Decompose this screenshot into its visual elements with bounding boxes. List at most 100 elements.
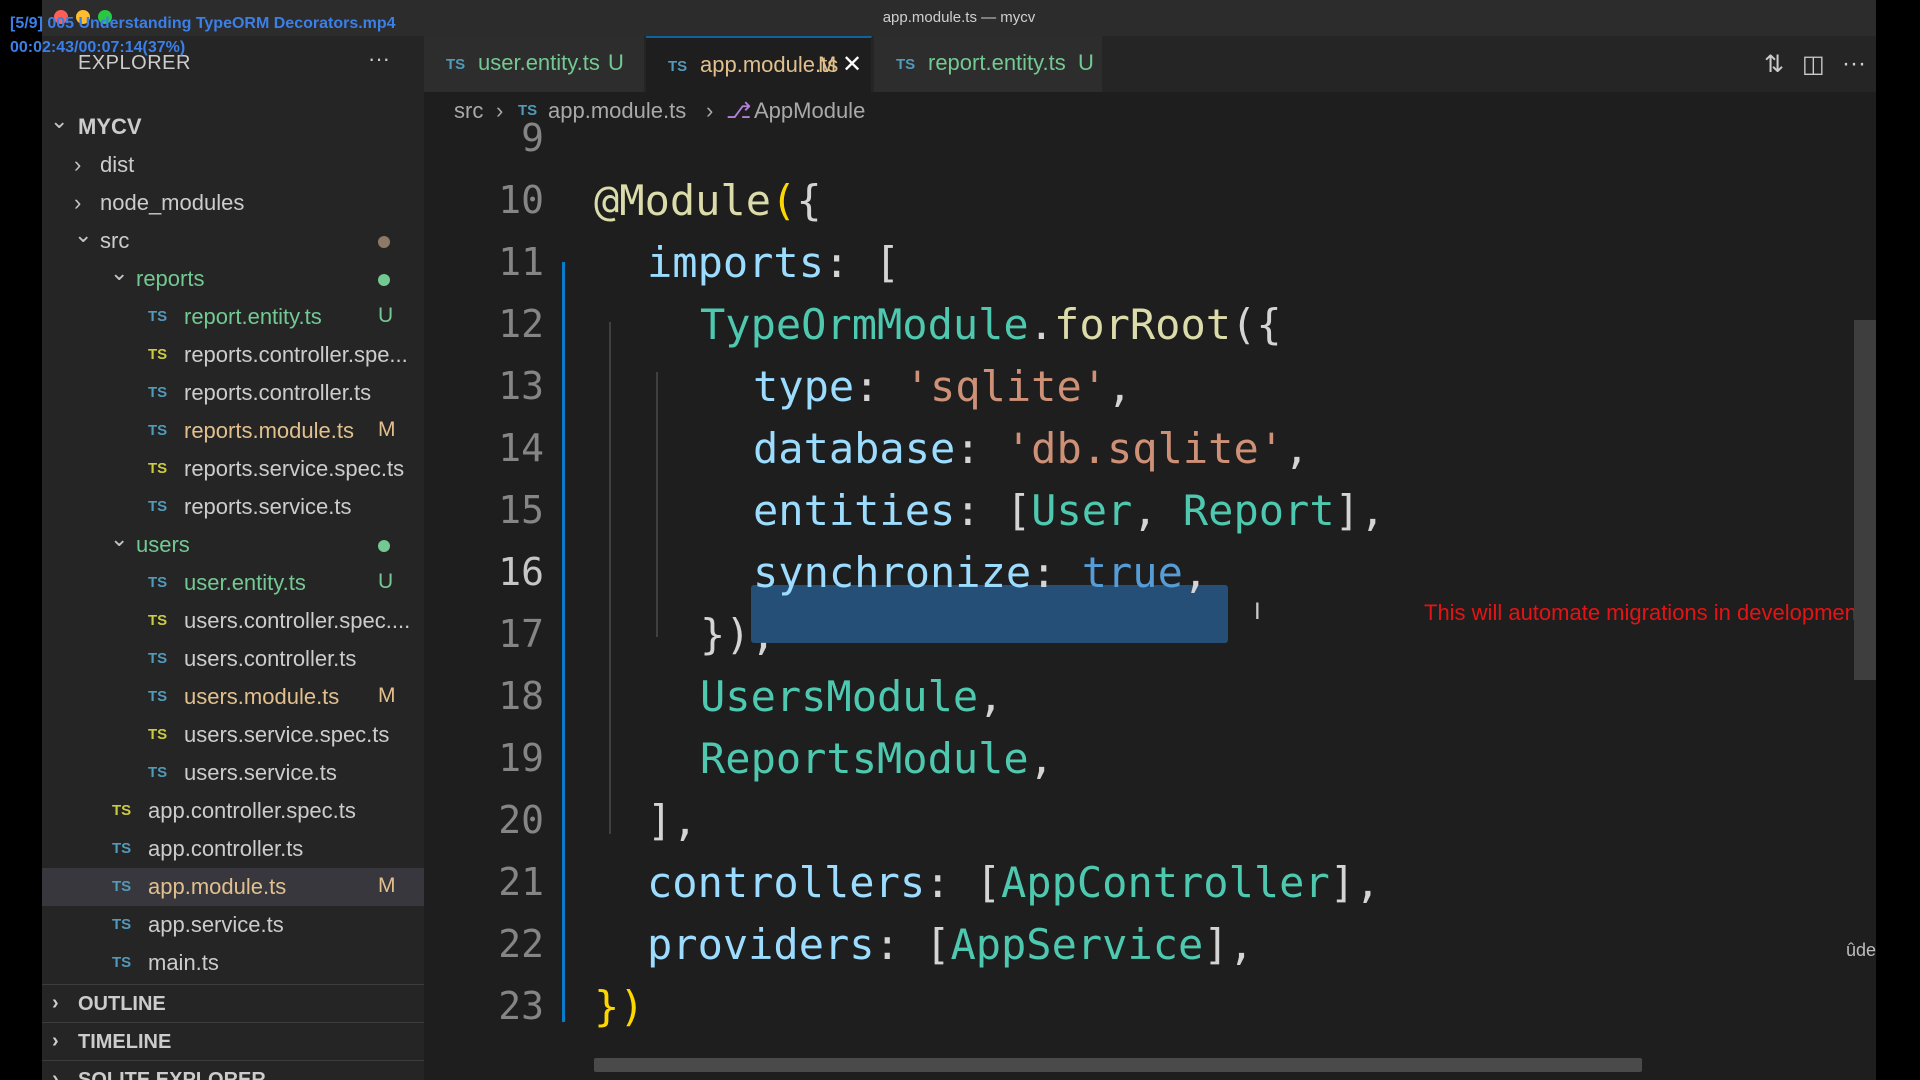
code-text: database: 'db.sqlite', (753, 424, 1309, 473)
chevron-down-icon: ⌄ (110, 526, 129, 551)
tree-item-label: app.controller.spec.ts (148, 798, 356, 823)
file-item[interactable]: TS users.service.ts (42, 754, 424, 792)
line-number: 12 (498, 302, 544, 346)
sidebar-section-sqlite-explorer[interactable]: › SQLITE EXPLORER (42, 1060, 424, 1080)
section-label: TIMELINE (78, 1031, 172, 1053)
file-item[interactable]: TS users.controller.spec.... (42, 602, 424, 640)
folder-item[interactable]: › dist (42, 146, 424, 184)
tab-label: report.entity.ts (928, 50, 1066, 75)
more-editor-actions-icon[interactable]: ··· (1842, 50, 1866, 78)
file-item[interactable]: TS app.service.ts (42, 906, 424, 944)
status-dot (378, 540, 390, 552)
chevron-right-icon: › (52, 992, 59, 1014)
code-text: controllers: [AppController], (647, 858, 1380, 907)
file-item[interactable]: TS main.ts (42, 944, 424, 982)
code-token: { (796, 176, 822, 225)
file-item[interactable]: TS app.module.ts M (42, 868, 424, 906)
editor-tab-bar: TS user.entity.ts U TS app.module.ts M ✕ TS repo… (424, 36, 1876, 92)
line-number: 17 (498, 612, 544, 656)
file-item[interactable]: TS reports.module.ts M (42, 412, 424, 450)
tree-item-label: users.service.ts (184, 760, 337, 785)
screen: app.module.ts — mycv EXPLORER ··· ⌄ MYCV ›… (0, 0, 1920, 1080)
ts-file-icon: TS (148, 764, 168, 781)
code-token: : [ (955, 486, 1032, 535)
ts-file-icon: TS (446, 56, 466, 73)
section-label: OUTLINE (78, 993, 166, 1015)
file-item[interactable]: TS report.entity.ts U (42, 298, 424, 336)
file-item[interactable]: TS user.entity.ts U (42, 564, 424, 602)
chevron-right-icon: › (74, 152, 82, 177)
horizontal-scrollbar[interactable] (594, 1058, 1642, 1072)
tree-item-label: user.entity.ts (184, 570, 306, 595)
line-number: 20 (498, 798, 544, 842)
tab-status-badge: U (608, 50, 624, 75)
file-item[interactable]: TS reports.controller.spe... (42, 336, 424, 374)
line-number: 23 (498, 984, 544, 1028)
vertical-scrollbar[interactable] (1854, 320, 1876, 680)
tree-item-label: reports.service.ts (184, 494, 352, 519)
code-token: : (854, 362, 905, 411)
tree-root-label: MYCV (78, 114, 142, 139)
code-token: . (1028, 300, 1055, 349)
code-token: , (978, 672, 1004, 721)
code-token: : [ (874, 920, 951, 969)
tree-item-label: app.controller.ts (148, 836, 304, 861)
tree-item-label: report.entity.ts (184, 304, 322, 329)
code-token: , (1182, 548, 1209, 597)
sidebar-section-outline[interactable]: › OUTLINE (42, 984, 424, 1023)
video-title-overlay: [5/9] 005 Understanding TypeORM Decorato… (10, 15, 396, 32)
code-line: 15 entities: [User, Report], (424, 480, 1876, 542)
folder-item[interactable]: ⌄ users (42, 526, 424, 564)
code-token: : [ (824, 238, 900, 287)
code-token: database (753, 424, 956, 473)
code-token: 'db.sqlite' (1005, 424, 1285, 473)
file-item[interactable]: TS reports.service.ts (42, 488, 424, 526)
line-number: 11 (498, 240, 544, 284)
line-number: 10 (498, 178, 544, 222)
file-item[interactable]: TS users.service.spec.ts (42, 716, 424, 754)
tree-item-label: reports (136, 266, 205, 291)
code-editor[interactable]: 9 10 @Module({11 imports: [12 TypeOrmModule.… (424, 116, 1876, 1080)
more-actions-icon[interactable]: ··· (368, 46, 390, 72)
code-line: 9 (424, 108, 1876, 170)
git-status-badge: U (378, 304, 394, 327)
source-control-diff-icon[interactable]: ⇅ (1764, 50, 1784, 79)
code-token: TypeOrmModule (700, 300, 1029, 349)
code-token: ReportsModule (700, 734, 1029, 783)
file-item[interactable]: TS app.controller.ts (42, 830, 424, 868)
sidebar-section-timeline[interactable]: › TIMELINE (42, 1022, 424, 1061)
section-label: SQLITE EXPLORER (78, 1069, 266, 1080)
tab-report-entity-ts[interactable]: TS report.entity.ts U (874, 36, 1103, 92)
tab-app-module-ts[interactable]: TS app.module.ts M ✕ (646, 36, 872, 92)
file-item[interactable]: TS app.controller.spec.ts (42, 792, 424, 830)
code-token: , (1107, 362, 1133, 411)
tree-item-label: reports.controller.spe... (184, 342, 408, 367)
folder-item[interactable]: ⌄ reports (42, 260, 424, 298)
chevron-right-icon: › (74, 190, 82, 215)
ts-file-icon: TS (148, 346, 168, 363)
file-item[interactable]: TS users.controller.ts (42, 640, 424, 678)
ts-file-icon: TS (148, 650, 168, 667)
split-editor-icon[interactable]: ◫ (1802, 50, 1825, 79)
close-tab-icon[interactable]: ✕ (842, 50, 862, 79)
line-number: 9 (521, 116, 544, 160)
code-token: }) (594, 982, 645, 1031)
file-item[interactable]: TS reports.service.spec.ts (42, 450, 424, 488)
chevron-down-icon: ⌄ (50, 108, 69, 133)
git-status-badge: M (378, 418, 396, 441)
file-item[interactable]: TS users.module.ts M (42, 678, 424, 716)
line-number: 22 (498, 922, 544, 966)
code-token: : [ (925, 858, 1002, 907)
code-line: 22 providers: [AppService], (424, 914, 1876, 976)
line-number: 13 (498, 364, 544, 408)
folder-item[interactable]: ⌄ src (42, 222, 424, 260)
folder-item[interactable]: › node_modules (42, 184, 424, 222)
tab-user-entity-ts[interactable]: TS user.entity.ts U (424, 36, 645, 92)
code-line: 18 UsersModule, (424, 666, 1876, 728)
code-text: entities: [User, Report], (753, 486, 1385, 535)
code-line: 11 imports: [ (424, 232, 1876, 294)
tree-root-mycv[interactable]: ⌄ MYCV (42, 108, 424, 146)
ts-file-icon: TS (112, 878, 132, 895)
file-item[interactable]: TS reports.controller.ts (42, 374, 424, 412)
code-token: 'sqlite' (904, 362, 1108, 411)
